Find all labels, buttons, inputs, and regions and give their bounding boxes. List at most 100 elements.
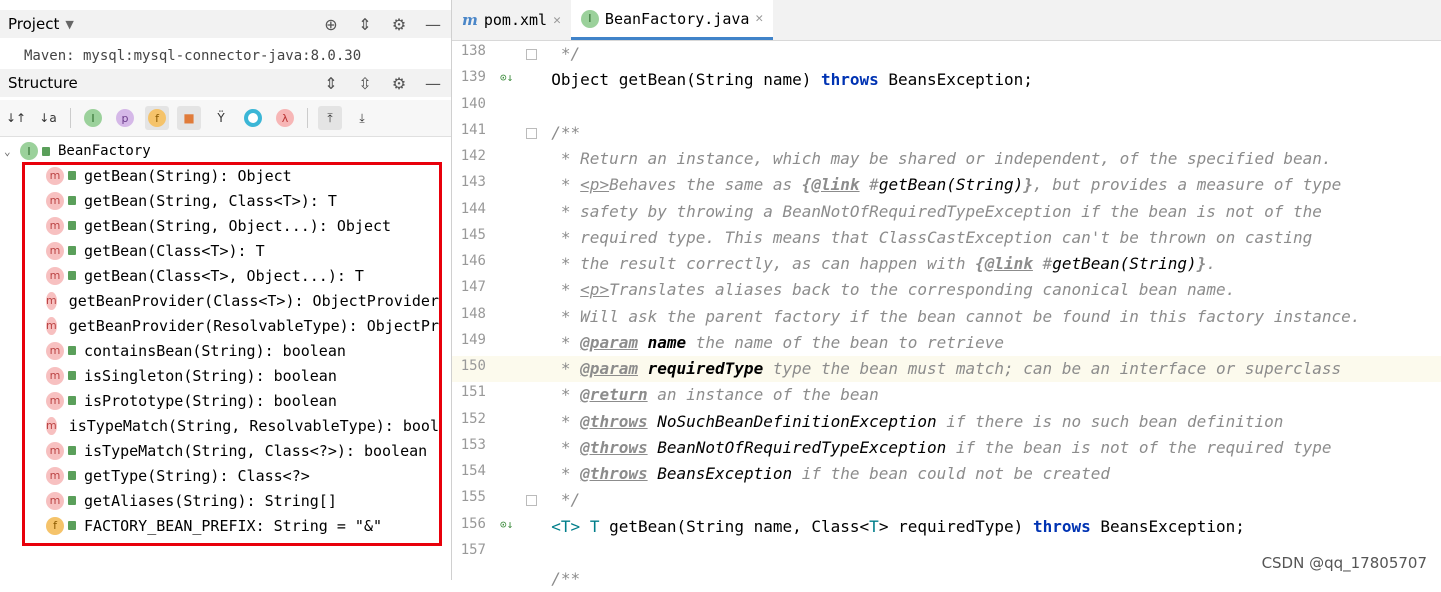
structure-member[interactable]: m getAliases(String): String[]: [24, 488, 442, 513]
public-icon: [68, 221, 76, 230]
close-icon[interactable]: ✕: [755, 11, 763, 26]
line-number: 151: [460, 384, 486, 400]
gear-icon[interactable]: ⚙: [389, 73, 409, 93]
tab-beanfactory-java[interactable]: I BeanFactory.java ✕: [570, 0, 774, 40]
method-icon: m: [46, 241, 64, 260]
method-icon: m: [46, 191, 64, 210]
code-line: * Return an instance, which may be share…: [532, 149, 1332, 168]
structure-member[interactable]: m getBeanProvider(Class<T>): ObjectProvid…: [24, 288, 442, 313]
toolbar-divider: [307, 108, 308, 128]
autoscroll-from-source-icon[interactable]: ⤓: [350, 106, 374, 130]
structure-member[interactable]: m getBean(String, Class<T>): T: [24, 188, 442, 213]
code-line: <T> T getBean(String name, Class<T> requ…: [551, 517, 1245, 536]
collapse-icon[interactable]: ⇕: [355, 14, 375, 34]
structure-member[interactable]: m getBean(Class<T>): T: [24, 238, 442, 263]
line-number: 139: [460, 69, 486, 85]
sort-alpha-icon[interactable]: ↓a: [36, 106, 60, 130]
line-number: 138: [460, 43, 486, 59]
member-label: FACTORY_BEAN_PREFIX: String = "&": [84, 516, 383, 535]
member-label: isTypeMatch(String, ResolvableType): boo…: [68, 416, 442, 435]
tab-pom-xml[interactable]: m pom.xml ✕: [452, 0, 571, 40]
show-non-public-icon[interactable]: ■: [177, 106, 201, 130]
code-line: * <p>Translates aliases back to the corr…: [532, 280, 1236, 299]
public-icon: [68, 246, 76, 255]
member-label: getBean(Class<T>, Object...): T: [84, 266, 364, 285]
show-fields-icon[interactable]: f: [145, 106, 169, 130]
line-number: 149: [460, 332, 486, 348]
structure-member[interactable]: f FACTORY_BEAN_PREFIX: String = "&": [24, 513, 442, 538]
method-icon: m: [46, 391, 64, 410]
editor-tabs: m pom.xml ✕ I BeanFactory.java ✕: [452, 0, 1441, 41]
chevron-down-icon[interactable]: ⌄: [0, 145, 18, 158]
structure-titlebar: Structure ⇕ ⇳ ⚙ —: [0, 69, 451, 97]
method-icon: m: [46, 216, 64, 235]
autoscroll-to-source-icon[interactable]: ⤒: [318, 106, 342, 130]
structure-member[interactable]: m containsBean(String): boolean: [24, 338, 442, 363]
expand-all-icon[interactable]: ⇕: [321, 73, 341, 93]
left-tool-window: Project ▼ ⊕ ⇕ ⚙ — Maven: mysql:mysql-con…: [0, 0, 455, 580]
implementation-marker-icon[interactable]: ⊙↓: [500, 518, 513, 531]
code-editor[interactable]: */ Object getBean(String name) throws Be…: [532, 41, 1441, 588]
show-anonymous-icon[interactable]: Ÿ: [209, 106, 233, 130]
collapse-all-icon[interactable]: ⇳: [355, 73, 375, 93]
chevron-down-icon[interactable]: ▼: [65, 18, 73, 31]
tab-label: BeanFactory.java: [604, 9, 750, 28]
minimize-icon[interactable]: —: [423, 73, 443, 93]
code-line: * <p>Behaves the same as {@link #getBean…: [532, 175, 1342, 194]
structure-member[interactable]: m getBean(Class<T>, Object...): T: [24, 263, 442, 288]
show-lambdas-icon[interactable]: [241, 106, 265, 130]
structure-member[interactable]: m getBeanProvider(ResolvableType): Object…: [24, 313, 442, 338]
structure-member[interactable]: m getType(String): Class<?>: [24, 463, 442, 488]
show-properties-icon[interactable]: p: [113, 106, 137, 130]
sort-visibility-icon[interactable]: ↓↑: [4, 106, 28, 130]
public-icon: [68, 496, 76, 505]
structure-members: m getBean(String): Object m getBean(String…: [24, 163, 442, 538]
member-label: getBeanProvider(ResolvableType): ObjectP…: [68, 316, 442, 335]
method-icon: m: [46, 466, 64, 485]
watermark: CSDN @qq_17805707: [1261, 554, 1427, 572]
project-title[interactable]: Project: [0, 15, 59, 33]
maven-icon: m: [462, 11, 478, 29]
public-icon: [68, 396, 76, 405]
code-line-current: * @param requiredType type the bean must…: [532, 356, 1441, 382]
line-number: 143: [460, 174, 486, 190]
show-inherited-icon[interactable]: I: [81, 106, 105, 130]
interface-icon: I: [580, 9, 599, 28]
method-icon: m: [46, 366, 64, 385]
structure-member[interactable]: m isTypeMatch(String, Class<?>): boolean: [24, 438, 442, 463]
public-icon: [42, 146, 50, 156]
public-icon: [68, 521, 76, 530]
minimize-icon[interactable]: —: [423, 14, 443, 34]
line-number: 141: [460, 122, 486, 138]
code-line: * the result correctly, as can happen wi…: [532, 254, 1216, 273]
structure-member[interactable]: m isPrototype(String): boolean: [24, 388, 442, 413]
structure-root[interactable]: ⌄ I BeanFactory: [0, 140, 151, 162]
public-icon: [68, 446, 76, 455]
code-line: */: [532, 44, 581, 63]
line-number: 156: [460, 516, 486, 532]
line-number: 144: [460, 201, 486, 217]
lambda-icon[interactable]: λ: [273, 106, 297, 130]
locate-icon[interactable]: ⊕: [321, 14, 341, 34]
method-icon: m: [46, 491, 64, 510]
public-icon: [68, 196, 76, 205]
member-label: getBean(String, Object...): Object: [84, 216, 392, 235]
gear-icon[interactable]: ⚙: [389, 14, 409, 34]
line-number: 155: [460, 489, 486, 505]
structure-member[interactable]: m isSingleton(String): boolean: [24, 363, 442, 388]
member-label: containsBean(String): boolean: [84, 341, 346, 360]
project-row[interactable]: Maven: mysql:mysql-connector-java:8.0.30: [0, 46, 451, 67]
line-number: 142: [460, 148, 486, 164]
implementation-marker-icon[interactable]: ⊙↓: [500, 71, 513, 84]
method-icon: m: [46, 291, 57, 310]
close-icon[interactable]: ✕: [553, 13, 561, 28]
structure-member[interactable]: m getBean(String, Object...): Object: [24, 213, 442, 238]
structure-member[interactable]: m getBean(String): Object: [24, 163, 442, 188]
method-icon: m: [46, 316, 57, 335]
project-titlebar: Project ▼ ⊕ ⇕ ⚙ —: [0, 10, 451, 38]
code-line: * Will ask the parent factory if the bea…: [532, 307, 1361, 326]
method-icon: m: [46, 166, 64, 185]
line-number: 140: [460, 96, 486, 112]
structure-member[interactable]: m isTypeMatch(String, ResolvableType): bo…: [24, 413, 442, 438]
toolbar-divider: [70, 108, 71, 128]
